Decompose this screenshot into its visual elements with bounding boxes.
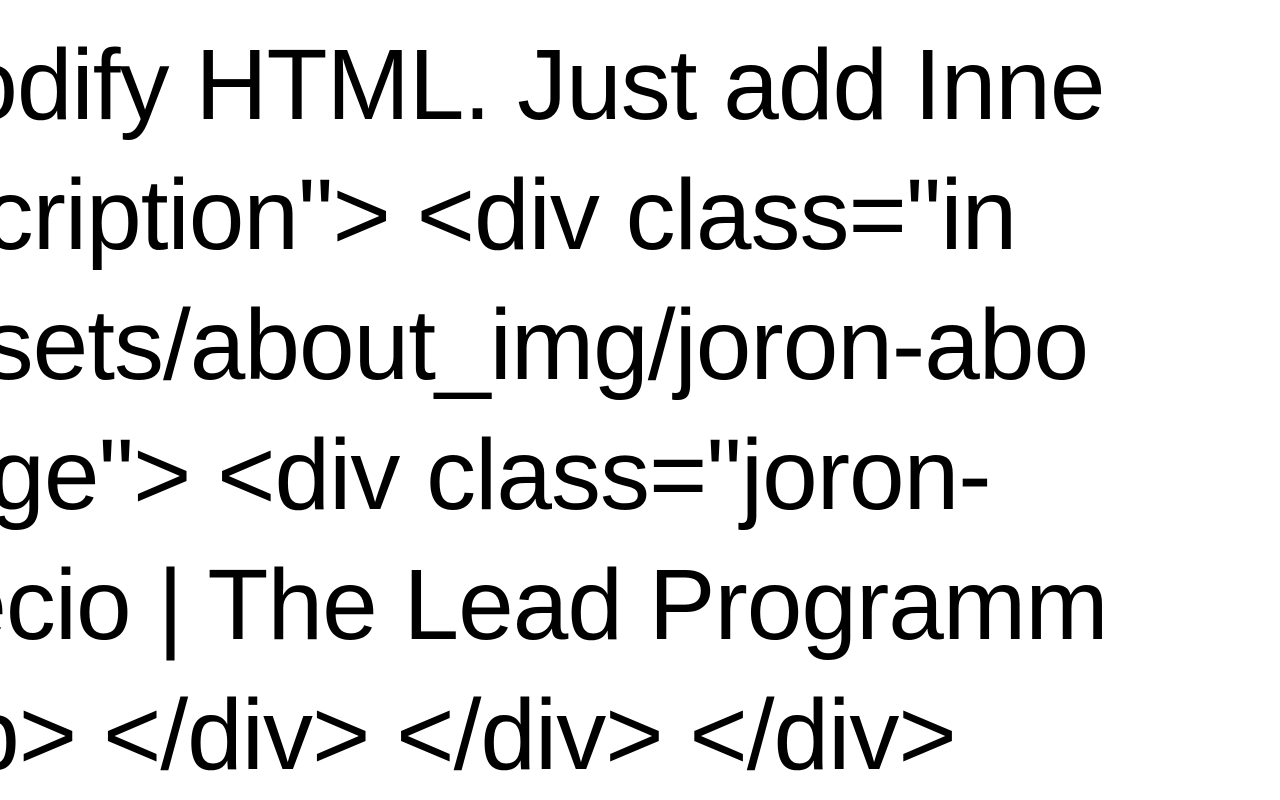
text-line-4: nage"> <div class="joron- xyxy=(0,410,1280,540)
text-line-2: escription"> <div class="in xyxy=(0,150,1280,280)
text-line-1: Modify HTML. Just add Inne xyxy=(0,20,1280,150)
text-line-6: </p> </div> </div> </div> xyxy=(0,670,1280,800)
text-line-3: assets/about_img/joron-abo xyxy=(0,280,1280,410)
code-text-block: Modify HTML. Just add Inne escription"> … xyxy=(0,20,1280,800)
text-line-5: Recio | The Lead Programm xyxy=(0,540,1280,670)
